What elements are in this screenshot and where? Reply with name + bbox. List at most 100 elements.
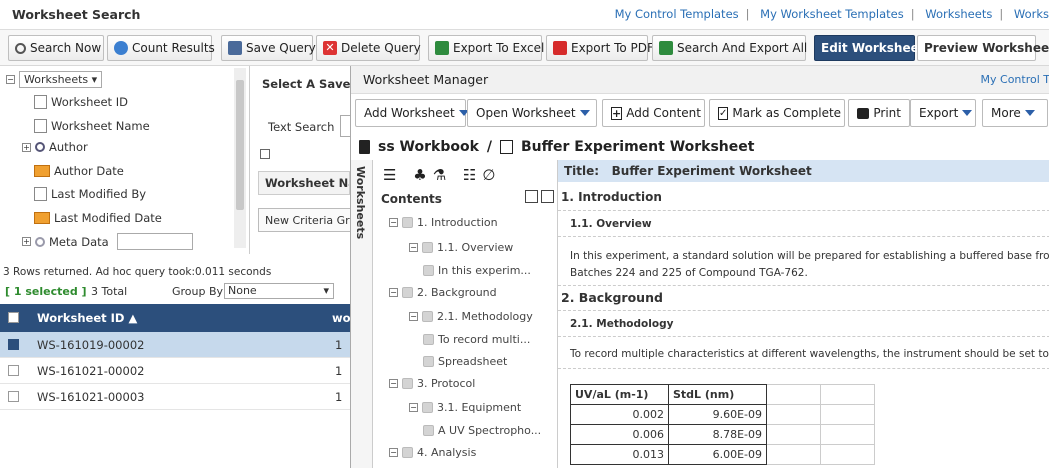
count-results-button[interactable]: Count Results [107, 35, 215, 61]
overview-paragraph[interactable]: In this experiment, a standard solution … [570, 250, 1049, 262]
overview-paragraph-line2[interactable]: Batches 224 and 225 of Compound TGA-762. [570, 267, 808, 279]
heading-methodology[interactable]: 2.1. Methodology [570, 318, 673, 330]
wm-header: Worksheet Manager My Control T [351, 66, 1049, 94]
heading-overview[interactable]: 1.1. Overview [570, 218, 652, 230]
table-row[interactable]: WS-161019-00002 1 [0, 332, 350, 358]
table-row[interactable]: WS-161021-00002 1 [0, 358, 350, 384]
link-worksheet-templates[interactable]: My Worksheet Templates [760, 7, 904, 21]
link-control-templates[interactable]: My Control Templates [615, 7, 739, 21]
print-icon [857, 107, 870, 119]
collapse-icon[interactable]: − [6, 75, 15, 84]
file-icon [34, 119, 47, 133]
mark-complete-button[interactable]: ✓ Mark as Complete [709, 99, 845, 127]
document-title-bar: Title: Buffer Experiment Worksheet [558, 160, 1049, 182]
export-button[interactable]: Export [910, 99, 976, 127]
tree-item-worksheet-id[interactable]: Worksheet ID [34, 95, 128, 109]
toc-item[interactable]: −3.1. Equipment [409, 401, 521, 414]
toc-item[interactable]: −2.1. Methodology [409, 310, 533, 323]
toc-item[interactable]: −3. Protocol [389, 377, 475, 390]
criteria-field[interactable]: Worksheet Nam [258, 171, 350, 195]
save-query-button[interactable]: Save Query [221, 35, 316, 61]
expand-all-icon[interactable] [541, 190, 554, 203]
list-icon: ☰ [383, 166, 403, 184]
edit-worksheet-button[interactable]: Edit Worksheet [814, 35, 924, 61]
toc-item[interactable]: −1.1. Overview [409, 241, 513, 254]
count-icon [114, 41, 128, 55]
worksheet-manager: Worksheet Manager My Control T Add Works… [350, 66, 1049, 468]
heading-background[interactable]: 2. Background [561, 290, 663, 305]
row-checkbox[interactable] [8, 391, 19, 402]
group-by-select[interactable]: None ▾ [224, 283, 334, 299]
expand-icon[interactable]: + [22, 142, 31, 152]
search-export-all-button[interactable]: Search And Export All [652, 35, 807, 61]
add-worksheet-button[interactable]: Add Worksheet [355, 99, 469, 127]
save-icon [228, 41, 242, 55]
caret-down-icon [579, 110, 590, 116]
worksheets-select[interactable]: Worksheets ▾ [19, 71, 103, 88]
row-checkbox[interactable] [8, 365, 19, 376]
toc-item[interactable]: Spreadsheet [423, 355, 507, 368]
top-bar: Worksheet Search My Control Templates | M… [0, 0, 1049, 30]
column-wo[interactable]: wo [332, 311, 351, 325]
print-button[interactable]: Print [848, 99, 910, 127]
excel-icon [435, 41, 449, 55]
new-criteria-group-button[interactable]: New Criteria Gro [258, 208, 350, 232]
export-excel-button[interactable]: Export To Excel [428, 35, 544, 61]
table-row[interactable]: WS-161021-00003 1 [0, 384, 350, 410]
tree-item-last-modified-date[interactable]: Last Modified Date [34, 211, 162, 225]
group-by-label: Group By [172, 285, 224, 298]
breadcrumb-worksheet: Buffer Experiment Worksheet [521, 139, 755, 155]
delete-icon: ✕ [323, 41, 337, 55]
toc-item[interactable]: To record multi... [423, 333, 530, 346]
tree-item-worksheet-name[interactable]: Worksheet Name [34, 119, 150, 133]
row-checkbox[interactable] [8, 339, 19, 350]
preview-worksheet-button[interactable]: Preview Worksheet [917, 35, 1049, 61]
book-icon [359, 140, 370, 154]
page-title: Worksheet Search [12, 7, 141, 22]
delete-query-button[interactable]: ✕ Delete Query [316, 35, 421, 61]
wm-toolbar: Add Worksheet Open Worksheet + Add Conten… [351, 94, 1049, 134]
link-works[interactable]: Works [1014, 7, 1049, 21]
toc-item[interactable]: −4. Analysis [389, 446, 476, 459]
tree-item-meta-data[interactable]: + Meta Data [22, 233, 193, 250]
wm-link[interactable]: My Control T [981, 73, 1049, 86]
more-button[interactable]: More [982, 99, 1048, 127]
total-count: 3 Total [91, 285, 128, 298]
flask-icon: ⚗ [432, 166, 453, 184]
tree-scroll-thumb[interactable] [236, 80, 244, 210]
contents-panel: ☰ ♣⚗ ☷∅ Contents −1. Introduction −1.1. … [373, 160, 558, 468]
wm-title: Worksheet Manager [363, 72, 489, 87]
toc-item[interactable]: −2. Background [389, 286, 497, 299]
add-content-button[interactable]: + Add Content [602, 99, 705, 127]
toc-item[interactable]: A UV Spectropho... [423, 424, 541, 437]
date-icon [34, 212, 50, 224]
export-pdf-button[interactable]: Export To PDF [546, 35, 654, 61]
breadcrumb: ss Workbook / Buffer Experiment Workshee… [351, 134, 1049, 160]
select-all-checkbox[interactable] [8, 312, 19, 323]
methodology-paragraph[interactable]: To record multiple characteristics at di… [570, 348, 1049, 360]
collapse-all-icon[interactable] [525, 190, 538, 203]
tree-root[interactable]: − Worksheets ▾ [6, 71, 103, 88]
breadcrumb-workbook[interactable]: ss Workbook [378, 139, 479, 155]
field-tree-panel: − Worksheets ▾ Worksheet ID Worksheet Nam… [0, 66, 250, 254]
tree-item-last-modified-by[interactable]: Last Modified By [34, 187, 146, 201]
search-now-button[interactable]: Search Now [8, 35, 104, 61]
worksheets-side-tab[interactable]: Worksheets [351, 160, 373, 468]
top-links: My Control Templates | My Worksheet Templ… [614, 7, 1049, 21]
table-row: 0.006 8.78E-09 [570, 424, 875, 445]
spreadsheet-table[interactable]: UV/aL (m-1) StdL (nm) 0.002 9.60E-09 0.006… [570, 384, 875, 465]
caret-down-icon [962, 110, 973, 116]
tree-item-author-date[interactable]: Author Date [34, 164, 124, 178]
worksheet-icon [500, 140, 514, 154]
expand-icon[interactable]: + [22, 237, 31, 246]
open-worksheet-button[interactable]: Open Worksheet [467, 99, 597, 127]
toc-item[interactable]: In this experim... [423, 264, 531, 277]
tree-item-author[interactable]: + Author [22, 140, 88, 154]
toc-tab-icons[interactable]: ☰ ♣⚗ ☷∅ [383, 166, 501, 184]
toc-item[interactable]: −1. Introduction [389, 216, 498, 229]
meta-data-input[interactable] [116, 233, 193, 250]
link-worksheets[interactable]: Worksheets [925, 7, 992, 21]
column-worksheet-id[interactable]: Worksheet ID ▲ [37, 311, 137, 325]
heading-introduction[interactable]: 1. Introduction [561, 190, 662, 204]
contents-title: Contents [381, 192, 442, 206]
